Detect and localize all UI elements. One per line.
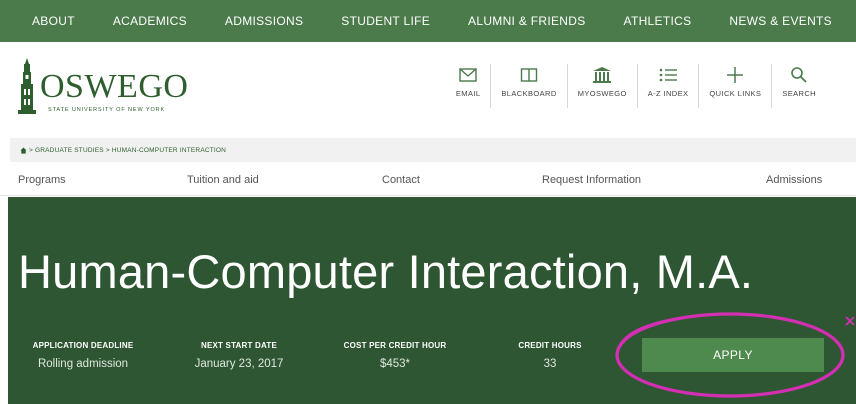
apply-button[interactable]: APPLY bbox=[642, 338, 824, 372]
nav-admissions[interactable]: ADMISSIONS bbox=[225, 14, 303, 28]
blackboard-link[interactable]: BLACKBOARD bbox=[490, 64, 566, 108]
search-label: SEARCH bbox=[782, 89, 816, 98]
logo-wordmark: OSWEGO bbox=[40, 68, 189, 105]
building-icon bbox=[592, 64, 612, 86]
subnav-programs[interactable]: Programs bbox=[18, 174, 66, 186]
stat-label: APPLICATION DEADLINE bbox=[32, 341, 134, 350]
subnav-tuition-aid[interactable]: Tuition and aid bbox=[187, 174, 259, 186]
breadcrumb: > GRADUATE STUDIES > HUMAN-COMPUTER INTE… bbox=[10, 138, 856, 162]
stat-credit-hours: CREDIT HOURS 33 bbox=[508, 341, 592, 370]
top-navigation: ABOUT ACADEMICS ADMISSIONS STUDENT LIFE … bbox=[0, 0, 856, 42]
home-icon[interactable] bbox=[20, 146, 27, 154]
stat-value: Rolling admission bbox=[37, 358, 129, 370]
stat-value: 33 bbox=[543, 358, 557, 370]
list-icon bbox=[658, 64, 678, 86]
subnav-contact[interactable]: Contact bbox=[382, 174, 420, 186]
clock-tower-icon bbox=[18, 58, 36, 114]
quick-links-link[interactable]: QUICK LINKS bbox=[698, 64, 771, 108]
search-icon bbox=[790, 64, 808, 86]
stat-label: NEXT START DATE bbox=[200, 341, 278, 350]
nav-academics[interactable]: ACADEMICS bbox=[113, 14, 187, 28]
program-hero: Human-Computer Interaction, M.A. APPLICA… bbox=[8, 197, 856, 404]
stat-cost-per-credit-hour: COST PER CREDIT HOUR $453* bbox=[330, 341, 460, 370]
myoswego-label: MYOSWEGO bbox=[577, 89, 627, 98]
subnav-request-information[interactable]: Request Information bbox=[542, 174, 641, 186]
search-link[interactable]: SEARCH bbox=[771, 64, 826, 108]
book-icon bbox=[520, 64, 538, 86]
stat-label: CREDIT HOURS bbox=[518, 341, 582, 350]
nav-student-life[interactable]: STUDENT LIFE bbox=[341, 14, 430, 28]
nav-news-events[interactable]: NEWS & EVENTS bbox=[729, 14, 832, 28]
az-index-link[interactable]: A-Z INDEX bbox=[636, 64, 699, 108]
logo-subtitle: STATE UNIVERSITY OF NEW YORK bbox=[48, 107, 166, 113]
email-link[interactable]: EMAIL bbox=[446, 64, 491, 108]
stat-value: January 23, 2017 bbox=[194, 358, 284, 370]
nav-alumni-friends[interactable]: ALUMNI & FRIENDS bbox=[468, 14, 585, 28]
quick-links-label: QUICK LINKS bbox=[709, 89, 762, 98]
nav-about[interactable]: ABOUT bbox=[32, 14, 75, 28]
site-header: OSWEGO STATE UNIVERSITY OF NEW YORK EMAI… bbox=[0, 42, 856, 138]
page-title: Human-Computer Interaction, M.A. bbox=[18, 245, 754, 298]
nav-athletics[interactable]: ATHLETICS bbox=[624, 14, 692, 28]
utility-links: EMAIL BLACKBOARD MYOSWEGO A-Z INDEX QUIC… bbox=[446, 64, 826, 108]
oswego-logo[interactable]: OSWEGO STATE UNIVERSITY OF NEW YORK bbox=[16, 58, 196, 122]
plus-icon bbox=[726, 64, 744, 86]
envelope-icon bbox=[459, 64, 477, 86]
az-index-label: A-Z INDEX bbox=[647, 89, 689, 98]
stat-application-deadline: APPLICATION DEADLINE Rolling admission bbox=[20, 341, 146, 370]
stat-value: $453* bbox=[379, 358, 411, 370]
stat-label: COST PER CREDIT HOUR bbox=[343, 341, 447, 350]
myoswego-link[interactable]: MYOSWEGO bbox=[566, 64, 637, 108]
stat-next-start-date: NEXT START DATE January 23, 2017 bbox=[184, 341, 294, 370]
subnav-admissions[interactable]: Admissions bbox=[766, 174, 822, 186]
blackboard-label: BLACKBOARD bbox=[501, 89, 557, 98]
breadcrumb-trail[interactable]: > GRADUATE STUDIES > HUMAN-COMPUTER INTE… bbox=[29, 147, 226, 154]
email-label: EMAIL bbox=[455, 89, 481, 98]
program-subnav: Programs Tuition and aid Contact Request… bbox=[0, 165, 856, 196]
